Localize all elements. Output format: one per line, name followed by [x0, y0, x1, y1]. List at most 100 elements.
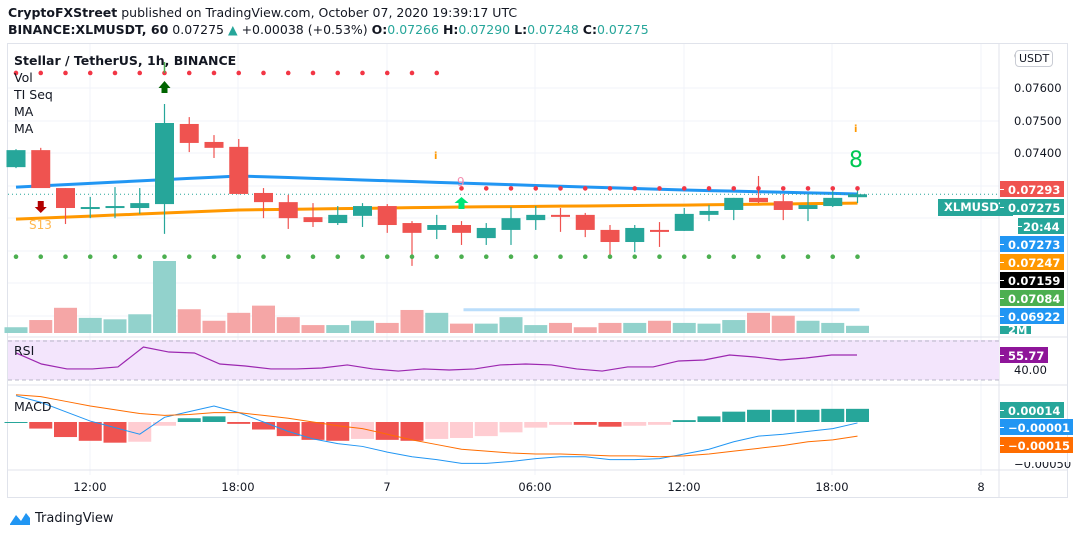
support-dot — [360, 254, 365, 260]
volume-bar — [301, 325, 325, 333]
macd-histogram-bar — [450, 422, 473, 438]
macd-histogram-bar — [722, 411, 746, 422]
macd-histogram-bar — [499, 422, 523, 433]
volume-bar — [648, 320, 671, 333]
support-dot — [186, 254, 192, 260]
volume-bar — [598, 322, 622, 333]
candle-body — [31, 150, 51, 189]
support-dot — [13, 254, 19, 260]
legend-rsi[interactable]: RSI — [14, 343, 34, 358]
resistance-dot — [756, 186, 761, 191]
info-icon[interactable]: i — [434, 151, 437, 162]
volume-bar — [400, 309, 424, 333]
candle-body — [551, 214, 570, 217]
macd-histogram-bar — [202, 416, 226, 422]
volume-bar — [846, 325, 869, 333]
volume-bar — [549, 322, 572, 333]
candle-body — [254, 192, 273, 203]
resistance-dot — [855, 186, 860, 191]
macd-tag: 0.00014 — [1000, 402, 1065, 418]
candle-body — [600, 229, 620, 243]
candle-body — [353, 206, 372, 216]
candle-body — [278, 202, 298, 219]
legend-ma-1[interactable]: MA — [14, 104, 33, 119]
volume-bar — [252, 305, 275, 333]
volume-tag-partial: 2M — [1000, 326, 1032, 334]
macd-histogram-bar — [252, 422, 275, 430]
candle-body — [625, 227, 645, 243]
resistance-dot — [558, 186, 563, 191]
support-dot — [137, 254, 143, 260]
resistance-dot — [483, 186, 489, 191]
support-dot — [582, 254, 588, 260]
support-dot — [335, 254, 341, 260]
volume-bar — [747, 312, 770, 333]
candle-body — [402, 223, 422, 233]
volume-bar — [128, 314, 152, 333]
candle-body — [699, 210, 719, 215]
macd-histogram-bar — [796, 409, 820, 422]
time-tick: 18:00 — [815, 480, 849, 494]
resistance-dot — [285, 70, 291, 76]
candle-body — [56, 188, 75, 209]
support-dot — [434, 254, 440, 260]
legend-macd[interactable]: MACD — [14, 399, 51, 414]
volume-bar — [276, 317, 300, 333]
time-tick: 8 — [977, 480, 985, 494]
candle-body — [155, 122, 174, 205]
support-dot — [285, 254, 291, 260]
resistance-dot — [533, 186, 539, 191]
resistance-dot — [830, 186, 836, 191]
candle-body — [80, 207, 100, 210]
macd-histogram-bar — [524, 422, 548, 428]
support-dot — [780, 254, 786, 260]
setup-count-9: 9 — [457, 175, 465, 189]
candle-body — [848, 194, 867, 198]
candle-body — [452, 225, 471, 233]
setup-count-8: 8 — [849, 148, 863, 173]
volume-bar — [153, 261, 176, 333]
legend-vol[interactable]: Vol — [14, 70, 33, 85]
volume-bar — [474, 323, 498, 333]
chart-canvas[interactable] — [0, 0, 1073, 537]
time-tick: 12:00 — [667, 480, 701, 494]
macd-tick: −0.00050 — [1014, 462, 1072, 471]
support-dot — [657, 254, 662, 260]
macd-histogram-bar — [697, 416, 721, 422]
candle-body — [526, 214, 546, 221]
legend-title: Stellar / TetherUS, 1h, BINANCE — [14, 53, 237, 68]
resistance-dot — [236, 70, 242, 76]
sell-arrow-icon — [34, 201, 47, 213]
currency-button[interactable]: USDT — [1015, 50, 1054, 67]
resistance-dot — [780, 186, 786, 191]
resistance-dot — [384, 70, 390, 76]
macd-histogram-bar — [301, 422, 325, 440]
candle-body — [724, 197, 744, 210]
resistance-dot — [434, 70, 440, 76]
support-dot — [261, 254, 266, 260]
price-tick: 0.07400 — [1014, 146, 1062, 160]
price-tag: 0.07273 — [1000, 236, 1065, 252]
resistance-dot — [706, 186, 712, 191]
time-tick: 06:00 — [518, 480, 552, 494]
tradingview-logo[interactable]: TradingView — [9, 510, 114, 526]
volume-bar — [202, 320, 226, 333]
resistance-dot — [211, 70, 217, 76]
candle-body — [328, 214, 348, 224]
volume-bar — [103, 319, 127, 333]
macd-histogram-bar — [672, 420, 696, 422]
macd-histogram-bar — [771, 409, 795, 422]
resistance-dot — [607, 186, 613, 191]
volume-bar — [351, 320, 374, 333]
price-tag: 0.07275 — [1000, 199, 1065, 215]
resistance-dot — [63, 70, 68, 76]
support-dot — [830, 254, 836, 260]
volume-bar — [450, 323, 473, 333]
resistance-dot — [731, 186, 737, 191]
legend-ti-seq[interactable]: TI Seq — [14, 87, 53, 102]
info-icon[interactable]: i — [854, 124, 857, 135]
legend-ma-2[interactable]: MA — [14, 121, 33, 136]
macd-histogram-bar — [375, 422, 399, 440]
support-dot — [533, 254, 539, 260]
candle-body — [650, 229, 669, 232]
